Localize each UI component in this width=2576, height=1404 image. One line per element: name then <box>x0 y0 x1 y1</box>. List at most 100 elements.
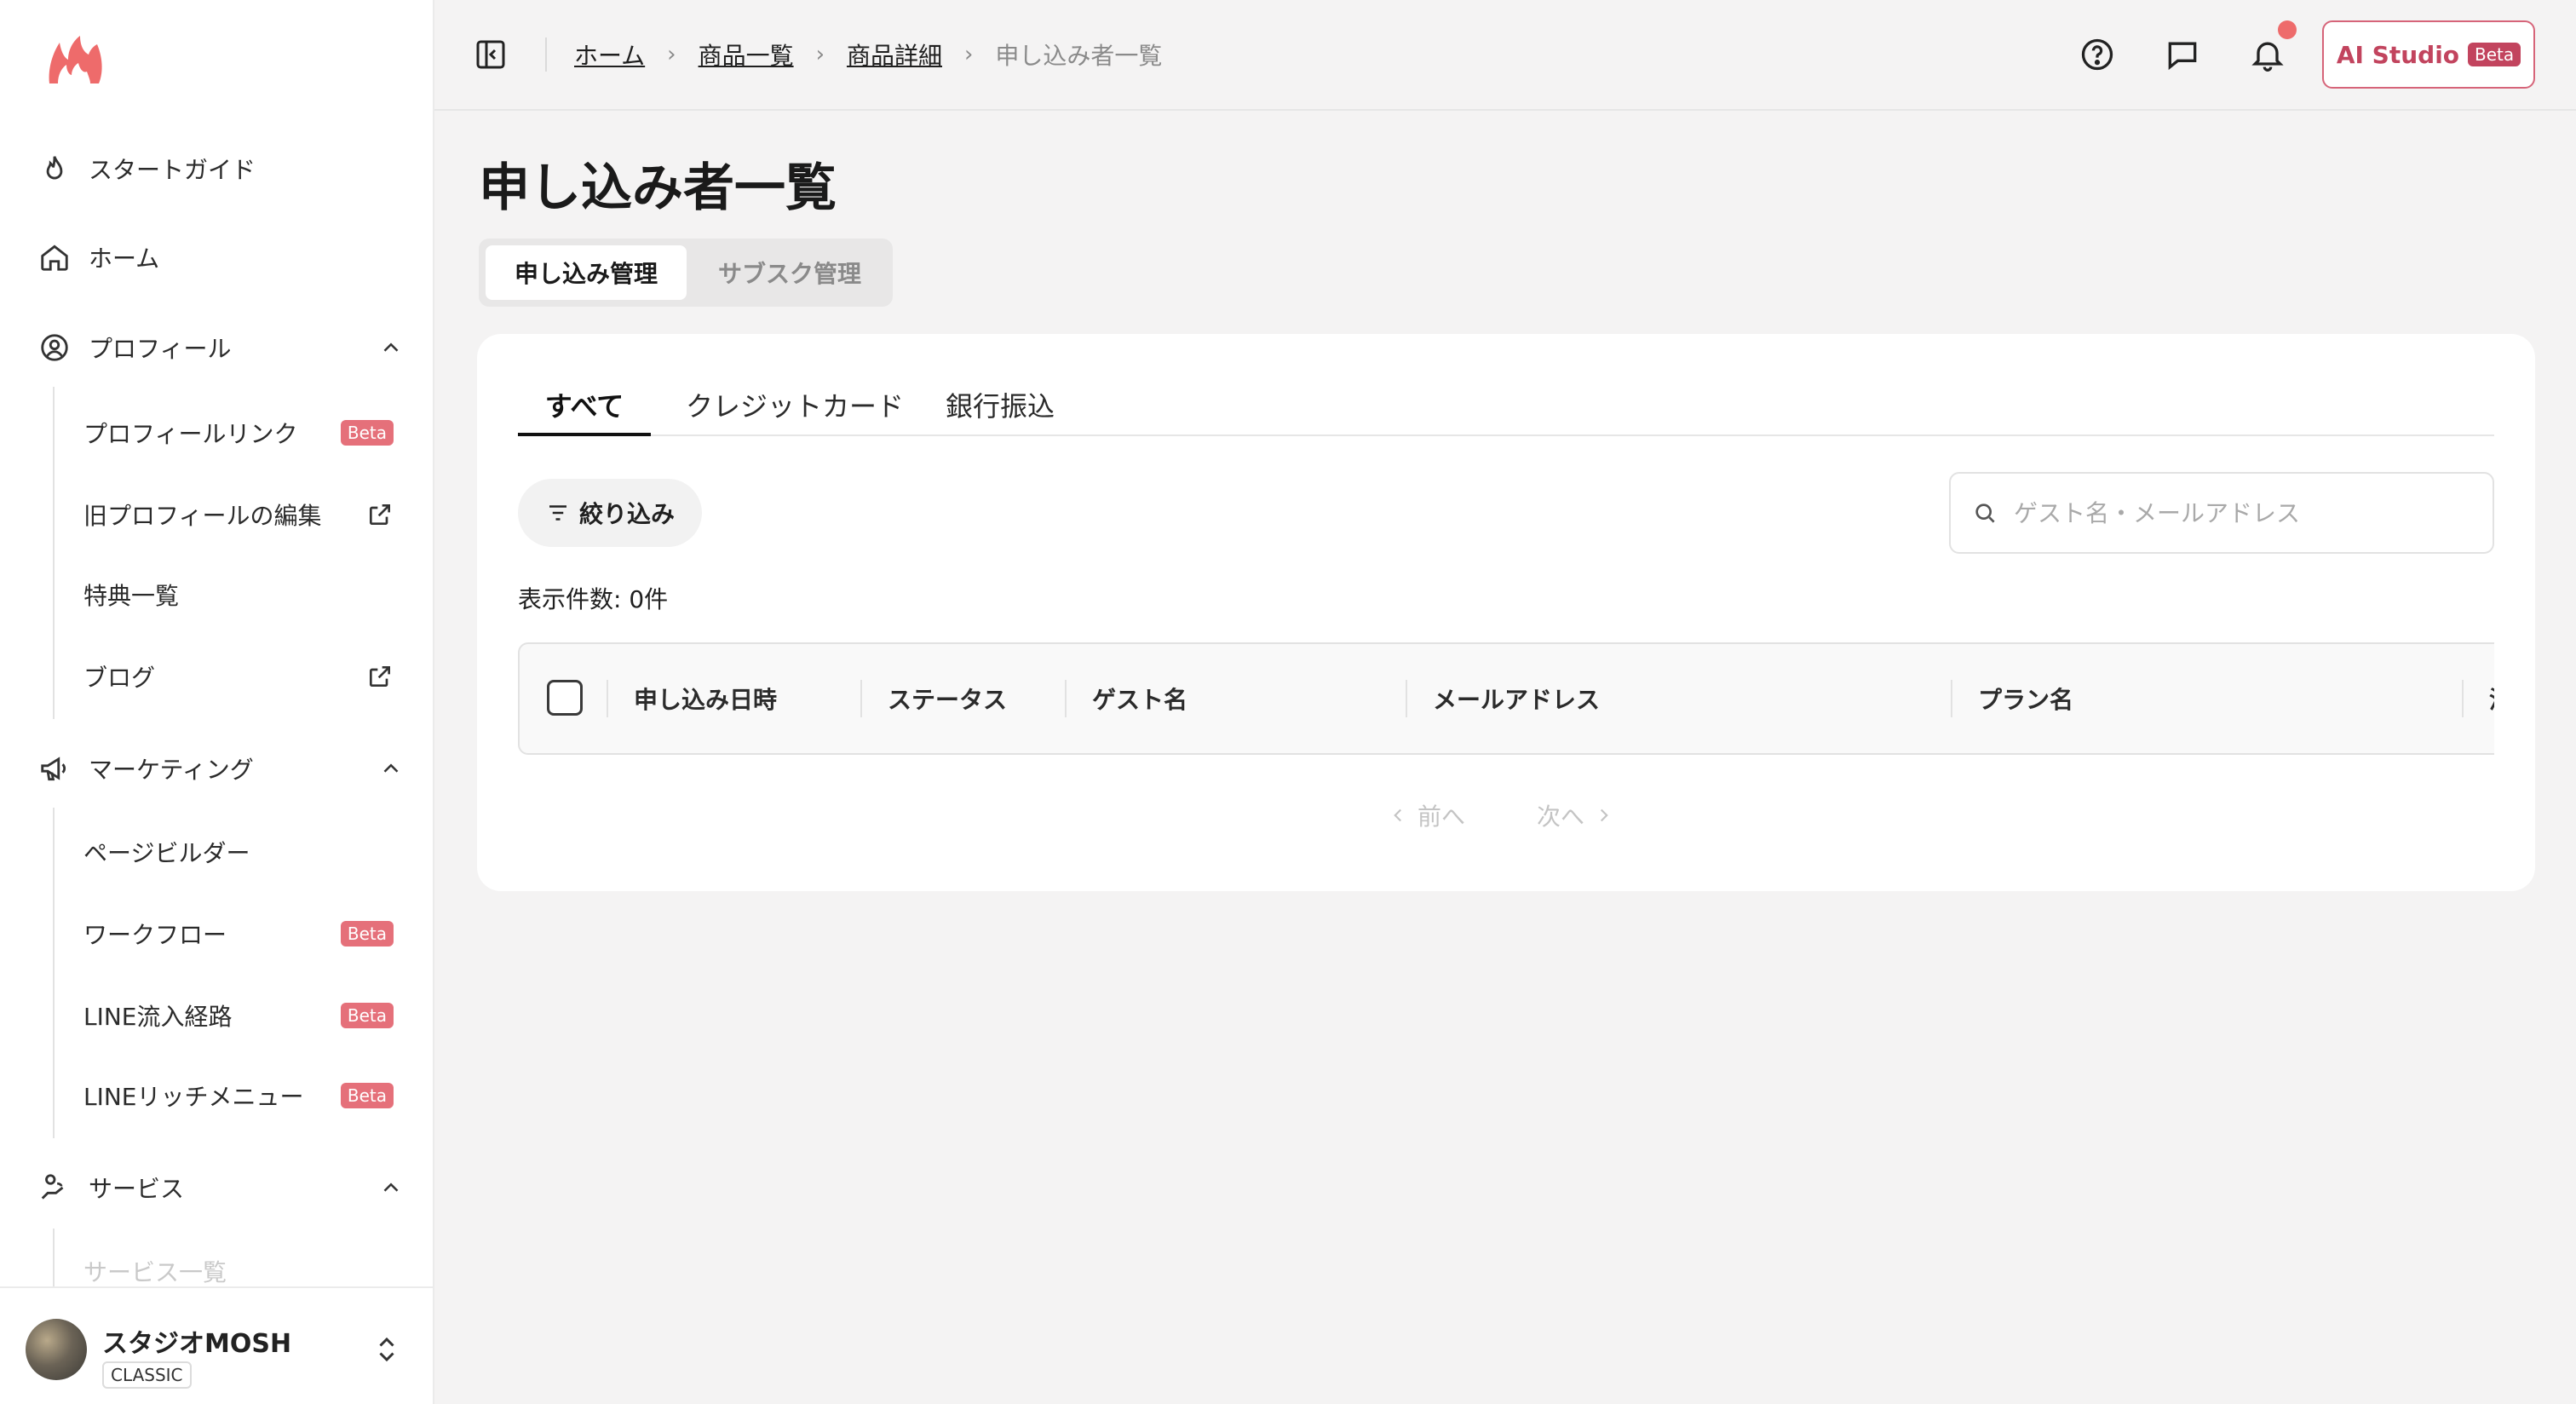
tab-all[interactable]: すべて <box>518 385 651 436</box>
submenu-rail <box>53 387 55 719</box>
sidebar-item-label: ワークフロー <box>83 921 227 949</box>
sidebar-item-label: LINE流入経路 <box>83 1003 233 1031</box>
sidebar-subitem-page-builder[interactable]: ページビルダー <box>83 826 394 878</box>
external-link-icon <box>370 666 390 687</box>
beta-badge: Beta <box>340 921 394 947</box>
sidebar-item-label: ブログ <box>83 664 156 692</box>
column-header-status[interactable]: ステータス <box>888 644 1007 753</box>
sidebar-item-service[interactable]: サービス <box>37 1160 404 1215</box>
beta-badge: Beta <box>340 1083 394 1108</box>
home-icon <box>37 240 72 274</box>
beta-badge: Beta <box>2468 43 2521 66</box>
sidebar-item-label: サービス一覧 <box>83 1258 227 1286</box>
search-box[interactable] <box>1949 472 2494 554</box>
segment-applications[interactable]: 申し込み管理 <box>486 245 687 300</box>
column-header-email[interactable]: メールアドレス <box>1433 644 1600 753</box>
prev-label: 前へ <box>1417 803 1466 831</box>
breadcrumb-product-detail[interactable]: 商品詳細 <box>847 37 942 72</box>
user-circle-icon <box>37 331 72 365</box>
page-title: 申し込み者一覧 <box>479 158 837 218</box>
filter-icon <box>549 505 566 521</box>
top-bar: ホーム › 商品一覧 › 商品詳細 › 申し込み者一覧 AI Studio Be… <box>434 0 2576 111</box>
applicants-card: すべて クレジットカード 銀行振込 絞り込み 表示件数: 0件 申し込み日時 ス… <box>477 334 2535 891</box>
select-all-checkbox[interactable] <box>547 680 583 716</box>
sidebar-toggle-icon[interactable] <box>474 37 508 72</box>
submenu-rail <box>53 1228 55 1288</box>
ai-studio-label: AI Studio <box>2336 40 2460 69</box>
account-switcher[interactable]: スタジオMOSH CLASSIC <box>0 1286 433 1404</box>
sidebar-item-marketing[interactable]: マーケティング <box>37 741 404 796</box>
payment-tabs: すべて クレジットカード 銀行振込 <box>518 385 2494 436</box>
column-divider <box>1406 680 1407 717</box>
breadcrumb-products[interactable]: 商品一覧 <box>699 37 794 72</box>
submenu-rail <box>53 808 55 1138</box>
sidebar-subitem-profile-link[interactable]: プロフィールリンク Beta <box>83 407 394 458</box>
sidebar-item-label: ページビルダー <box>83 839 250 867</box>
external-link-icon <box>370 504 390 525</box>
sidebar-item-label: LINEリッチメニュー <box>83 1083 304 1111</box>
notification-dot <box>2278 20 2297 39</box>
flame-icon <box>37 152 72 186</box>
sidebar-subitem-blog[interactable]: ブログ <box>83 651 394 702</box>
search-icon <box>1975 503 1995 523</box>
plan-badge: CLASSIC <box>102 1361 192 1389</box>
search-input[interactable] <box>2014 498 2474 527</box>
next-page-button[interactable]: 次へ <box>1537 794 1615 837</box>
chevron-up-down-icon[interactable] <box>371 1332 402 1367</box>
chevron-up-icon[interactable] <box>378 335 404 360</box>
segmented-control: 申し込み管理 サブスク管理 <box>479 239 893 307</box>
sidebar-item-label: プロフィールリンク <box>83 420 298 448</box>
sidebar: スタートガイド ホーム プロフィール プロフィールリンク Beta 旧プロフィー… <box>0 0 434 1404</box>
brand-logo[interactable] <box>46 34 104 87</box>
ai-studio-button[interactable]: AI Studio Beta <box>2322 20 2535 89</box>
sidebar-item-label: 旧プロフィールの編集 <box>83 502 322 530</box>
sidebar-subitem-benefits[interactable]: 特典一覧 <box>83 569 394 620</box>
sidebar-item-label: サービス <box>89 1175 185 1203</box>
sidebar-subitem-line-rich-menu[interactable]: LINEリッチメニュー Beta <box>83 1070 394 1121</box>
divider <box>545 37 547 72</box>
column-divider <box>1065 680 1067 717</box>
chevron-up-icon[interactable] <box>378 1175 404 1200</box>
chat-icon[interactable] <box>2164 36 2201 73</box>
breadcrumb-home[interactable]: ホーム <box>574 37 645 72</box>
chevron-right-icon: › <box>964 42 974 67</box>
tab-bank-transfer[interactable]: 銀行振込 <box>939 385 1061 436</box>
chevron-up-icon[interactable] <box>378 756 404 781</box>
column-header-guest-name[interactable]: ゲスト名 <box>1092 644 1187 753</box>
filter-button[interactable]: 絞り込み <box>518 479 702 547</box>
chevron-left-icon <box>1394 808 1402 822</box>
sidebar-item-label: マーケティング <box>89 756 254 784</box>
sidebar-item-profile[interactable]: プロフィール <box>37 320 404 375</box>
column-divider <box>2462 680 2464 717</box>
account-name: スタジオMOSH <box>102 1329 292 1359</box>
column-divider <box>860 680 862 717</box>
sidebar-item-label: 特典一覧 <box>83 582 180 610</box>
column-divider <box>1951 680 1952 717</box>
sidebar-subitem-old-profile-edit[interactable]: 旧プロフィールの編集 <box>83 489 394 540</box>
breadcrumb-current: 申し込み者一覧 <box>995 42 1163 70</box>
segment-subscriptions[interactable]: サブスク管理 <box>693 245 886 300</box>
column-header-plan-name[interactable]: プラン名 <box>1978 644 2073 753</box>
sidebar-subitem-workflow[interactable]: ワークフロー Beta <box>83 908 394 959</box>
sidebar-item-label: スタートガイド <box>89 156 256 184</box>
column-header-payment[interactable]: 決 <box>2489 644 2494 753</box>
hand-service-icon <box>37 1171 72 1205</box>
result-count: 表示件数: 0件 <box>518 585 669 613</box>
applicants-table: 申し込み日時 ステータス ゲスト名 メールアドレス プラン名 決 <box>518 642 2494 755</box>
chevron-right-icon: › <box>667 42 676 67</box>
sidebar-subitem-line-route[interactable]: LINE流入経路 Beta <box>83 990 394 1041</box>
sidebar-item-start-guide[interactable]: スタートガイド <box>37 141 404 196</box>
sidebar-item-label: ホーム <box>89 245 160 273</box>
chevron-right-icon: › <box>815 42 825 67</box>
filter-label: 絞り込み <box>578 500 675 528</box>
next-label: 次へ <box>1537 803 1585 831</box>
column-header-applied-at[interactable]: 申し込み日時 <box>634 644 777 753</box>
sidebar-item-home[interactable]: ホーム <box>37 230 404 285</box>
bell-icon[interactable] <box>2249 36 2286 73</box>
help-icon[interactable] <box>2079 36 2116 73</box>
breadcrumb: ホーム › 商品一覧 › 商品詳細 › 申し込み者一覧 <box>574 34 1162 75</box>
beta-badge: Beta <box>340 1003 394 1028</box>
tab-credit-card[interactable]: クレジットカード <box>680 385 910 436</box>
prev-page-button[interactable]: 前へ <box>1387 794 1465 837</box>
column-divider <box>607 680 608 717</box>
